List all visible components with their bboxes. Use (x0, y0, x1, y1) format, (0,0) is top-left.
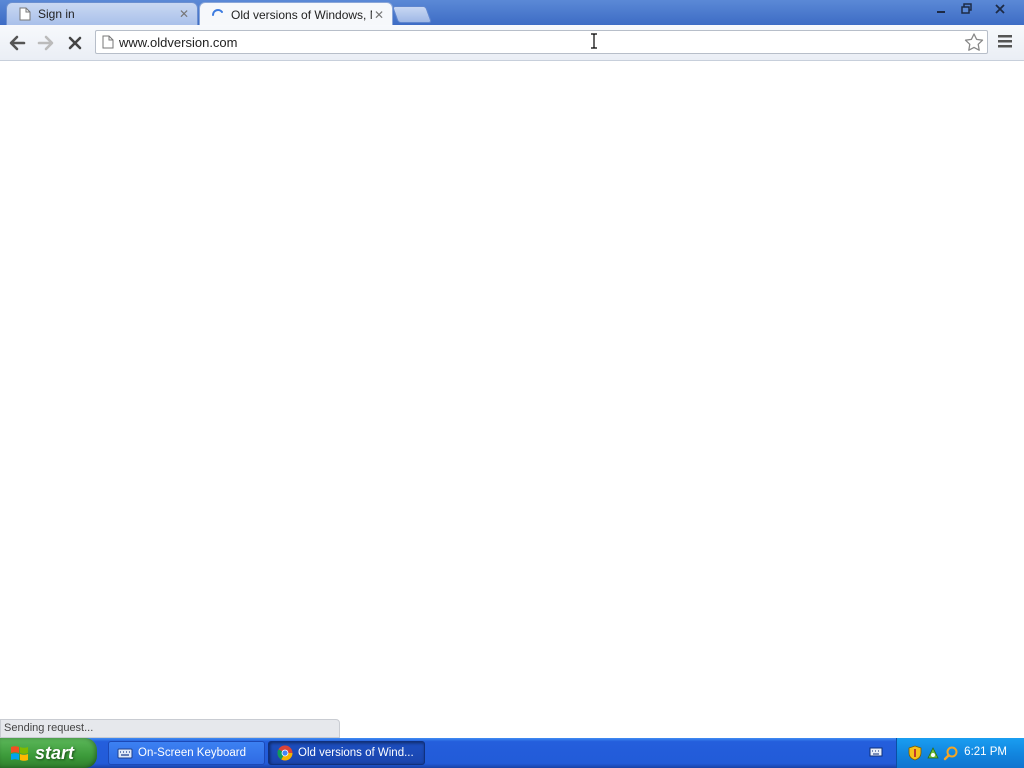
restore-button[interactable] (953, 0, 980, 17)
forward-arrow-icon (37, 35, 54, 51)
tab-old-versions[interactable]: Old versions of Windows, Mac ✕ (199, 2, 393, 26)
new-tab-button[interactable] (391, 6, 433, 23)
network-icon[interactable] (925, 745, 941, 761)
windows-logo-icon (11, 746, 28, 761)
close-window-button[interactable] (986, 0, 1014, 17)
language-keyboard-icon[interactable] (869, 745, 883, 759)
keyboard-icon (117, 748, 133, 759)
page-icon (17, 6, 33, 22)
start-button[interactable]: start (0, 738, 97, 768)
tab-sign-in[interactable]: Sign in ✕ (6, 2, 198, 25)
chrome-menu-button[interactable] (997, 33, 1017, 53)
loading-spinner-icon (210, 7, 226, 23)
hamburger-menu-icon (998, 35, 1012, 48)
tab-title: Sign in (38, 7, 75, 21)
bookmark-star-icon[interactable] (964, 33, 984, 56)
back-button[interactable] (5, 31, 29, 55)
url-input[interactable] (119, 33, 959, 51)
taskbar-clock: 6:21 PM (964, 746, 1007, 758)
taskbar-button-on-screen-keyboard[interactable]: On-Screen Keyboard (108, 741, 265, 765)
search-icon[interactable] (943, 745, 959, 761)
text-cursor-icon (591, 33, 597, 49)
tab-title: Old versions of Windows, Mac (231, 7, 372, 22)
stop-button[interactable] (63, 31, 87, 55)
system-tray: 6:21 PM (896, 738, 1024, 768)
back-arrow-icon (9, 35, 26, 51)
taskbar-button-chrome[interactable]: Old versions of Wind... (268, 741, 425, 765)
tab-close-icon[interactable]: ✕ (372, 8, 386, 22)
minimize-button[interactable] (927, 0, 954, 17)
browser-titlebar: Sign in ✕ Old versions of Windows, Mac ✕ (0, 0, 1024, 26)
stop-icon (68, 36, 82, 50)
browser-toolbar (0, 25, 1024, 61)
forward-button[interactable] (34, 31, 58, 55)
page-content (0, 61, 1024, 738)
taskbar-button-label: On-Screen Keyboard (138, 747, 247, 759)
address-bar[interactable] (95, 30, 988, 54)
taskbar-button-label: Old versions of Wind... (298, 747, 414, 759)
page-icon (102, 35, 114, 54)
status-bubble: Sending request... (0, 719, 340, 738)
security-shield-icon[interactable] (907, 745, 923, 761)
start-label: start (35, 742, 75, 763)
chrome-icon (277, 745, 293, 761)
tab-close-icon[interactable]: ✕ (177, 7, 191, 21)
